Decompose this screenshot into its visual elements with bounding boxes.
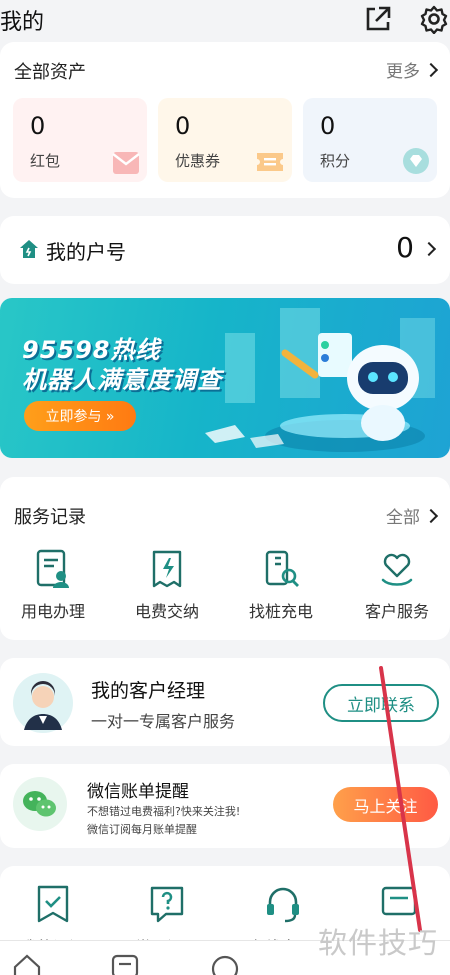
watermark: 软件技巧 (318, 926, 439, 960)
annotation-line (379, 666, 422, 932)
